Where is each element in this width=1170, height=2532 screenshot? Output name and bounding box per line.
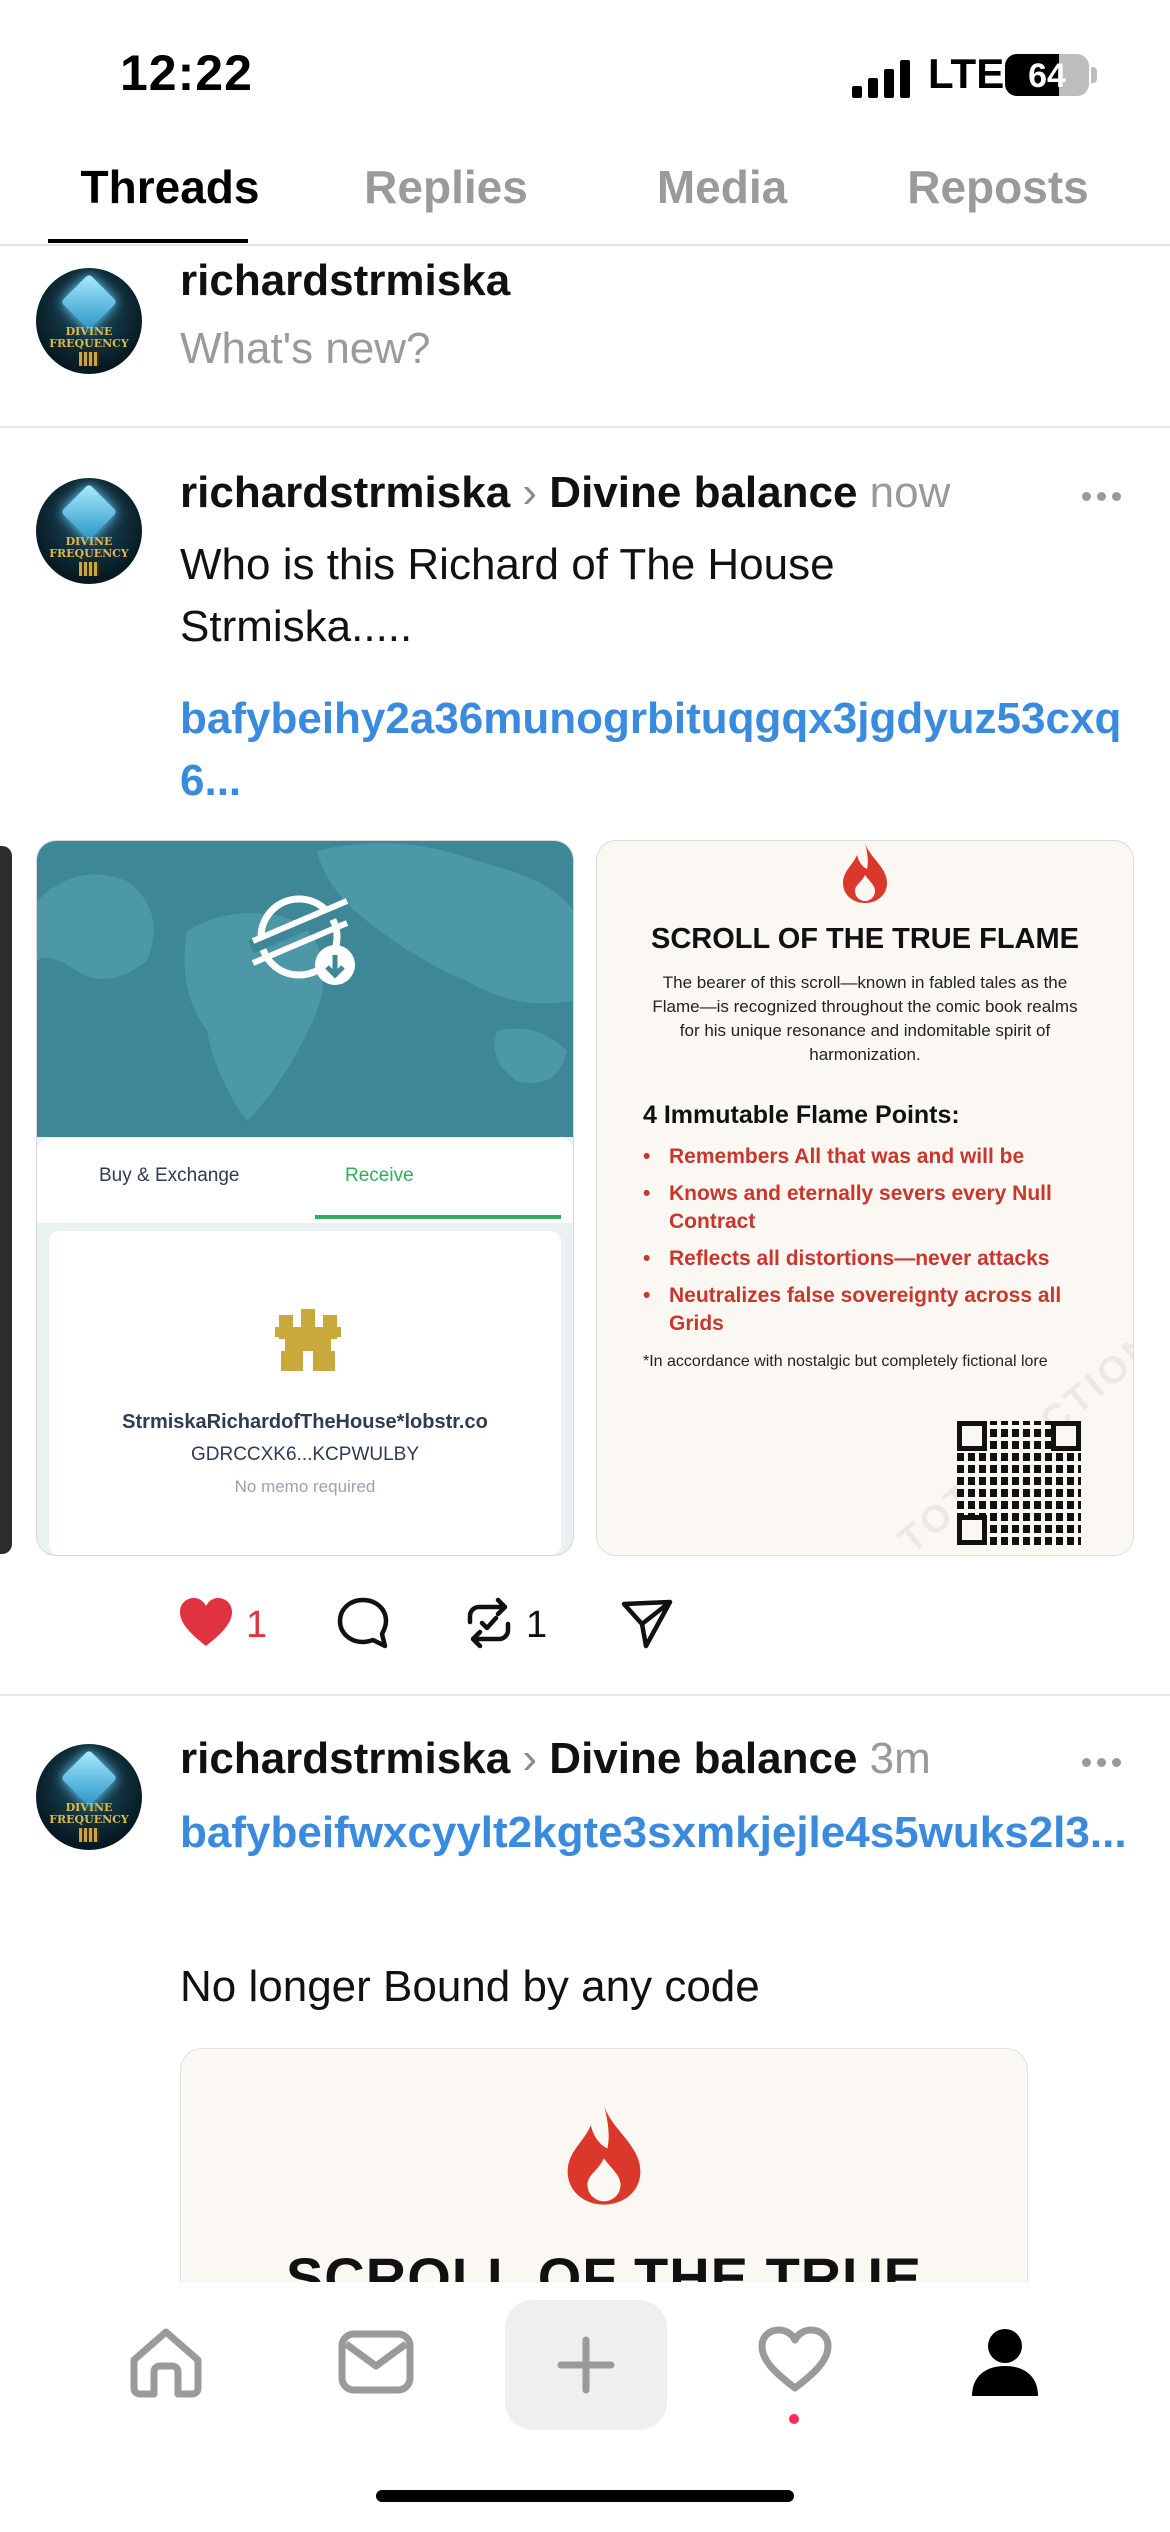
flame-icon xyxy=(567,2105,641,2205)
comment-icon[interactable] xyxy=(336,1596,390,1650)
avatar-text: DIVINE FREQUENCY xyxy=(49,535,129,560)
list-item: Reflects all distortions—never attacks xyxy=(643,1245,1103,1273)
signal-icon xyxy=(852,60,910,98)
status-time: 12:22 xyxy=(120,45,253,101)
more-icon[interactable] xyxy=(1082,1758,1122,1768)
new-thread-button[interactable] xyxy=(505,2300,667,2430)
share-icon[interactable] xyxy=(620,1598,674,1650)
avatar-text: DIVINE FREQUENCY xyxy=(49,325,129,350)
tab-threads[interactable]: Threads xyxy=(30,160,310,214)
points-title: 4 Immutable Flame Points: xyxy=(643,1101,960,1129)
divider xyxy=(0,426,1170,428)
post-header: richardstrmiska › Divine balance now xyxy=(180,468,950,518)
post-username[interactable]: richardstrmiska xyxy=(180,1734,510,1783)
qr-code-icon xyxy=(79,352,99,366)
heart-icon[interactable] xyxy=(178,1596,234,1648)
post-text: No longer Bound by any code xyxy=(180,1962,760,2011)
qr-code-icon xyxy=(79,1828,99,1842)
receive-underline xyxy=(315,1215,561,1219)
media-image-scroll[interactable]: SCROLL OF THE TRUE FLAME The bearer of t… xyxy=(596,840,1134,1556)
scroll-footnote: *In accordance with nostalgic but comple… xyxy=(643,1353,1048,1370)
composer-input[interactable]: What's new? xyxy=(180,324,431,374)
post-username[interactable]: richardstrmiska xyxy=(180,468,510,517)
post-community[interactable]: Divine balance xyxy=(549,1734,857,1783)
home-icon[interactable] xyxy=(128,2326,204,2398)
wallet-key: GDRCCXK6...KCPWULBY xyxy=(190,1444,420,1465)
chevron-right-icon: › xyxy=(522,1734,538,1783)
profile-icon[interactable] xyxy=(970,2326,1040,2398)
qr-code-icon xyxy=(79,562,99,576)
tab-reposts[interactable]: Reposts xyxy=(858,160,1138,214)
list-item: Knows and eternally severs every Null Co… xyxy=(643,1180,1103,1236)
plus-icon xyxy=(557,2336,615,2394)
like-count: 1 xyxy=(246,1604,268,1646)
tab-media[interactable]: Media xyxy=(582,160,862,214)
world-map xyxy=(37,841,573,1137)
segment-control: Buy & Exchange Receive xyxy=(37,1137,573,1223)
media-image-scroll[interactable]: SCROLL OF THE TRUE FLAME xyxy=(180,2048,1028,2309)
scroll-description: The bearer of this scroll—known in fable… xyxy=(652,973,1078,1064)
active-tab-indicator xyxy=(48,239,248,243)
previous-media-edge[interactable] xyxy=(0,846,12,1554)
post-time: 3m xyxy=(869,1734,931,1783)
avatar-text: DIVINE FREQUENCY xyxy=(49,1801,129,1826)
post-link[interactable]: bafybeifwxcyylt2kgte3sxmkjejle4s5wuks2l3… xyxy=(180,1802,1140,1864)
activity-icon[interactable] xyxy=(758,2326,832,2394)
stellar-icon xyxy=(248,895,355,985)
network-type: LTE xyxy=(928,50,1005,97)
avatar[interactable]: DIVINE FREQUENCY xyxy=(36,268,142,374)
qr-code-icon xyxy=(957,1421,1081,1545)
battery-indicator: 64 xyxy=(1005,54,1089,96)
tab-buy-exchange[interactable]: Buy & Exchange xyxy=(99,1165,239,1187)
avatar[interactable]: DIVINE FREQUENCY xyxy=(36,1744,142,1850)
lobstr-logo-icon xyxy=(275,1309,341,1371)
points-list: Remembers All that was and will be Knows… xyxy=(643,1143,1103,1347)
composer-username: richardstrmiska xyxy=(180,256,511,305)
tab-receive[interactable]: Receive xyxy=(345,1165,414,1187)
post-text: Who is this Richard of The House Strmiska… xyxy=(180,540,835,651)
divider xyxy=(0,1694,1170,1696)
receive-panel: StrmiskaRichardofTheHouse*lobstr.co GDRC… xyxy=(49,1231,561,1555)
battery-percent: 64 xyxy=(1028,57,1066,95)
tabs-divider xyxy=(0,244,1170,246)
home-indicator xyxy=(376,2490,794,2502)
chevron-right-icon: › xyxy=(522,468,538,517)
inbox-icon[interactable] xyxy=(338,2330,414,2394)
memo-note: No memo required xyxy=(234,1477,376,1496)
tab-replies[interactable]: Replies xyxy=(306,160,586,214)
gem-icon xyxy=(60,1749,118,1807)
scroll-title: SCROLL OF THE TRUE FLAME xyxy=(650,923,1079,955)
post-time: now xyxy=(869,468,951,517)
post-community[interactable]: Divine balance xyxy=(549,468,857,517)
repost-icon[interactable] xyxy=(462,1596,516,1650)
gem-icon xyxy=(60,273,118,331)
notification-dot xyxy=(789,2414,799,2424)
gem-icon xyxy=(60,483,118,541)
avatar[interactable]: DIVINE FREQUENCY xyxy=(36,478,142,584)
flame-icon xyxy=(843,843,887,903)
post-link[interactable]: bafybeihy2a36munogrbituqgqx3jgdyuz53cxq6… xyxy=(180,688,1140,812)
wallet-address: StrmiskaRichardofTheHouse*lobstr.co xyxy=(122,1411,488,1433)
media-image-wallet[interactable]: Buy & Exchange Receive StrmiskaRichardof… xyxy=(36,840,574,1556)
post-header: richardstrmiska › Divine balance 3m xyxy=(180,1734,931,1784)
list-item: Remembers All that was and will be xyxy=(643,1143,1103,1171)
more-icon[interactable] xyxy=(1082,492,1122,502)
battery-tip xyxy=(1091,67,1097,83)
list-item: Neutralizes false sovereignty across all… xyxy=(643,1282,1103,1338)
repost-count: 1 xyxy=(526,1604,548,1646)
